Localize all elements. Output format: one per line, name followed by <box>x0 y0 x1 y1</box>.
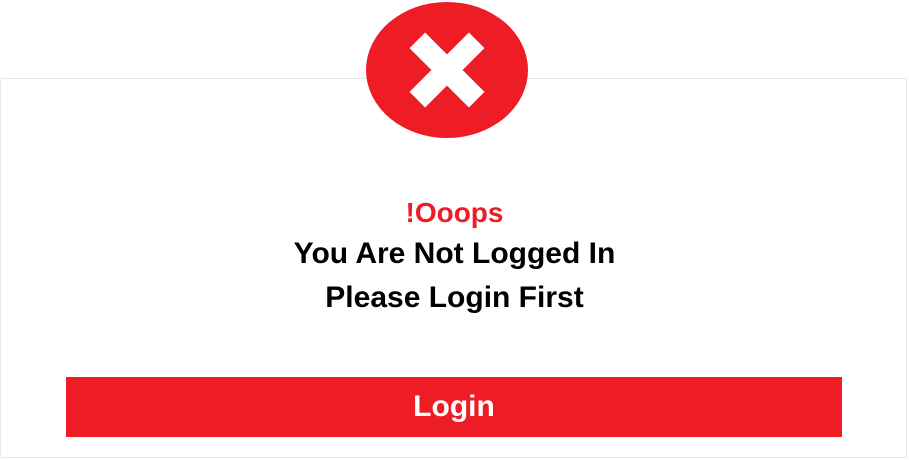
close-x-icon <box>409 32 485 108</box>
not-logged-in-page: !Ooops You Are Not Logged In Please Logi… <box>0 0 909 460</box>
message-block: !Ooops You Are Not Logged In Please Logi… <box>0 194 909 320</box>
not-logged-in-message: You Are Not Logged In <box>293 237 616 270</box>
login-button[interactable]: Login <box>66 377 842 437</box>
error-heading: !Ooops <box>405 197 504 228</box>
login-first-message: Please Login First <box>325 281 584 314</box>
error-x-icon <box>366 2 528 138</box>
